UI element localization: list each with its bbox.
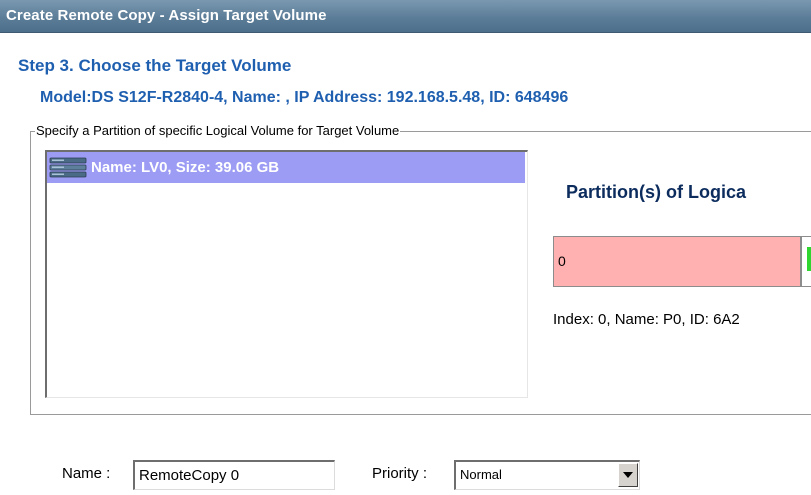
free-space-marker xyxy=(807,247,811,271)
partition-block[interactable]: 0 xyxy=(553,236,801,287)
partition-label: 0 xyxy=(558,253,566,269)
priority-value: Normal xyxy=(460,467,502,482)
window-title: Create Remote Copy - Assign Target Volum… xyxy=(6,7,327,24)
window-titlebar: Create Remote Copy - Assign Target Volum… xyxy=(0,0,811,33)
partition-detail: Index: 0, Name: P0, ID: 6A2 xyxy=(553,311,740,328)
name-input[interactable] xyxy=(133,460,335,490)
logical-volume-list[interactable]: Name: LV0, Size: 39.06 GB xyxy=(45,150,528,398)
disk-stack-icon xyxy=(49,156,91,180)
step-title: Step 3. Choose the Target Volume xyxy=(18,56,292,75)
logical-volume-item[interactable]: Name: LV0, Size: 39.06 GB xyxy=(47,152,525,183)
partitions-heading: Partition(s) of Logica xyxy=(566,182,746,202)
priority-select[interactable]: Normal xyxy=(454,460,640,490)
logical-volume-label: Name: LV0, Size: 39.06 GB xyxy=(91,159,280,176)
dropdown-arrow-icon[interactable] xyxy=(618,463,638,487)
device-info: Model:DS S12F-R2840-4, Name: , IP Addres… xyxy=(40,89,569,106)
group-legend: Specify a Partition of specific Logical … xyxy=(35,123,401,138)
partition-free-indicator xyxy=(801,236,811,287)
name-label: Name : xyxy=(62,465,111,482)
priority-label: Priority : xyxy=(372,465,428,482)
